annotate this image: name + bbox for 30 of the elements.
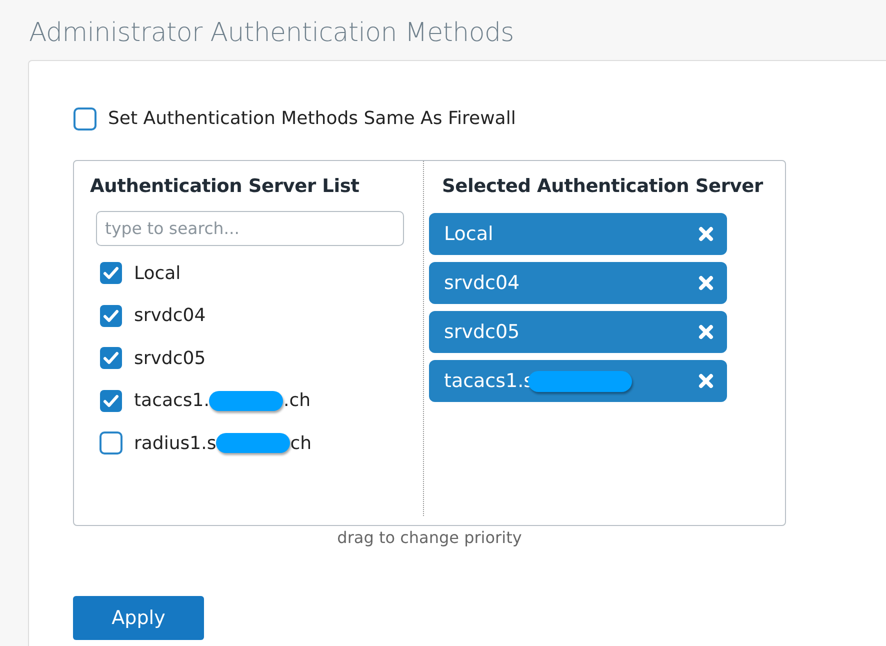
close-icon[interactable] — [698, 373, 714, 389]
close-icon[interactable] — [698, 324, 714, 340]
server-name: Set Authentication Methods Same As Firewall — [108, 108, 516, 129]
apply-button[interactable]: Apply — [73, 596, 204, 640]
server-name: ch — [290, 432, 312, 454]
server-name: srvdc05 — [444, 321, 520, 343]
column-heading: Selected Authentication Server — [442, 176, 764, 197]
checkbox[interactable] — [99, 304, 123, 328]
server-name: srvdc04 — [444, 272, 520, 294]
server-name: srvdc04 — [134, 305, 206, 326]
server-name: srvdc05 — [134, 348, 206, 369]
checkbox[interactable] — [73, 106, 97, 130]
server-name: Local — [134, 262, 181, 284]
checkbox[interactable] — [99, 346, 123, 370]
page-title: Administrator Authentication Methods — [29, 18, 515, 48]
checkbox[interactable] — [99, 261, 123, 286]
checkbox[interactable] — [99, 388, 123, 413]
server-name: tacacs1. — [134, 390, 210, 412]
server-name: .ch — [283, 390, 310, 412]
search-field[interactable]: type to search... — [96, 211, 404, 246]
selected-server-chip[interactable]: srvdc04 — [429, 262, 727, 304]
checkbox[interactable] — [99, 431, 123, 456]
hint-text: drag to change priority — [336, 528, 523, 547]
server-name: Local — [444, 223, 494, 245]
close-icon[interactable] — [698, 275, 714, 291]
selected-server-chip[interactable]: Local — [429, 213, 727, 255]
close-icon[interactable] — [698, 226, 714, 242]
selected-server-chip[interactable]: srvdc05 — [429, 311, 727, 353]
column-heading: Authentication Server List — [90, 176, 360, 197]
server-name: radius1.s — [134, 432, 216, 454]
